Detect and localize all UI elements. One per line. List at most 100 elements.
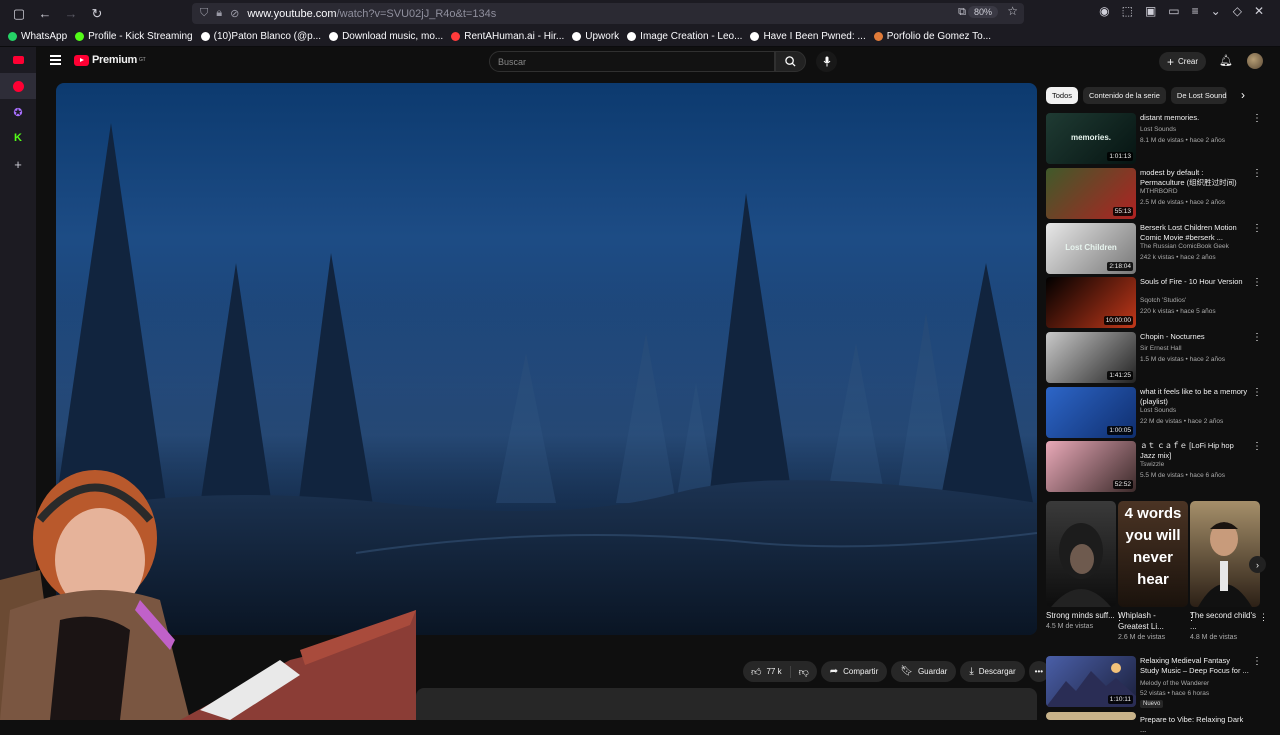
channel-name[interactable]: Lost Sounds — [1140, 126, 1176, 133]
video-title[interactable]: Souls of Fire - 10 Hour Version — [1140, 277, 1250, 287]
bookmark-item[interactable]: Porfolio de Gomez To... — [873, 31, 991, 42]
video-thumbnail[interactable]: memories. 1:01:13 — [1046, 113, 1136, 164]
more-vert-icon[interactable]: ⋮ — [1252, 332, 1262, 343]
bookmark-item[interactable]: (10)Paton Blanco (@p... — [200, 31, 321, 42]
more-vert-icon[interactable]: ⋮ — [1252, 223, 1262, 234]
kick-sidebar-icon[interactable]: K — [0, 125, 36, 151]
short-thumbnail[interactable] — [1046, 501, 1116, 607]
video-title[interactable]: distant memories. — [1140, 113, 1250, 123]
video-title[interactable]: modest by default : Permaculture (组织胜过时间… — [1140, 168, 1250, 188]
more-vert-icon[interactable]: ⋮ — [1252, 113, 1262, 124]
more-vert-icon[interactable]: ⋮ — [1259, 612, 1268, 623]
chip-from-channel[interactable]: De Lost Sounds — [1170, 87, 1227, 104]
short-title[interactable]: Strong minds suff... — [1046, 610, 1116, 621]
video-thumbnail[interactable] — [1046, 712, 1136, 720]
video-thumbnail[interactable]: Lost Children 2:18:04 — [1046, 223, 1136, 274]
chip-series-content[interactable]: Contenido de la serie — [1083, 87, 1166, 104]
save-button[interactable]: 🔖︎ Guardar — [891, 661, 957, 682]
video-title[interactable]: what it feels like to be a memory (playl… — [1140, 387, 1250, 407]
recommendation-item[interactable]: 1:10:11 Relaxing Medieval Fantasy Study … — [1046, 656, 1272, 708]
recommendation-item[interactable]: 1:41:25 Chopin - Nocturnes Sir Ernest Hall… — [1046, 332, 1272, 384]
video-title[interactable]: Chopin - Nocturnes — [1140, 332, 1250, 342]
address-bar[interactable]: ⛉ 🔒︎ ⊘ www.youtube.com /watch?v=SVU02jJ_… — [192, 3, 1024, 24]
more-vert-icon[interactable]: ⋮ — [1252, 277, 1262, 288]
channel-name[interactable]: Melody of the Wanderer — [1140, 680, 1209, 687]
channel-name[interactable]: Lost Sounds — [1140, 407, 1176, 414]
menu-icon[interactable]: ≡ — [1192, 4, 1199, 18]
account-icon[interactable]: ◉ — [1099, 4, 1109, 18]
avatar[interactable] — [1247, 53, 1263, 69]
bookmark-item[interactable]: Upwork — [572, 31, 619, 42]
bookmark-item[interactable]: Image Creation - Leo... — [627, 31, 742, 42]
video-title[interactable]: ａｔ ｃａｆｅ [LoFi Hip hop Jazz mix] — [1140, 441, 1250, 461]
create-button[interactable]: + Crear — [1159, 52, 1207, 71]
search-button[interactable] — [775, 51, 806, 72]
containers-icon[interactable]: ▣ — [1145, 4, 1156, 18]
share-button[interactable]: ➦ Compartir — [820, 661, 888, 682]
video-thumbnail[interactable]: 1:10:11 — [1046, 656, 1136, 707]
recommendation-item[interactable]: Lost Children 2:18:04 Berserk Lost Childre… — [1046, 223, 1272, 275]
notifications-bell-icon[interactable]: 🔔︎ — [1219, 54, 1233, 67]
shorts-next-button[interactable]: › — [1249, 556, 1266, 573]
video-thumbnail[interactable]: 55:13 — [1046, 168, 1136, 219]
chip-todos[interactable]: Todos — [1046, 87, 1079, 104]
like-button[interactable]: 👍︎ 77 k — [743, 665, 791, 678]
short-thumbnail[interactable] — [1190, 501, 1260, 607]
lock-icon[interactable]: 🔒︎ — [216, 7, 222, 20]
recommendation-item[interactable]: 1:00:05 what it feels like to be a memory… — [1046, 387, 1272, 439]
twitch-sidebar-icon[interactable]: ✪ — [0, 99, 36, 125]
more-vert-icon[interactable]: ⋮ — [1252, 441, 1262, 452]
description-box[interactable] — [416, 688, 1037, 720]
chevron-right-icon[interactable]: › — [1241, 88, 1245, 102]
video-title[interactable]: Relaxing Medieval Fantasy Study Music – … — [1140, 656, 1250, 676]
download-button[interactable]: ⤓ Descargar — [960, 661, 1025, 682]
chevron-down-icon[interactable]: ⌄ — [1211, 4, 1221, 18]
dislike-button[interactable]: 👎︎ — [791, 666, 817, 678]
channel-name[interactable]: The Russian ComicBook Geek — [1140, 243, 1229, 250]
voice-search-button[interactable] — [816, 51, 837, 72]
channel-name[interactable]: MTHRBORD — [1140, 188, 1178, 195]
channel-name[interactable]: Tswizzle — [1140, 461, 1164, 468]
video-thumbnail[interactable]: 52:52 — [1046, 441, 1136, 492]
bookmark-item[interactable]: Profile - Kick Streaming — [75, 31, 193, 42]
permissions-icon[interactable]: ⊘ — [230, 7, 239, 20]
bookmark-star-icon[interactable]: ☆ — [1007, 4, 1018, 18]
bookmark-item[interactable]: Have I Been Pwned: ... — [750, 31, 866, 42]
youtube-sidebar-icon[interactable] — [0, 47, 36, 73]
sidebar-toggle-icon[interactable]: ▢ — [8, 3, 30, 25]
short-card[interactable]: The second child's ... 4.8 M de vistas ⋮ — [1190, 501, 1268, 641]
zoom-badge[interactable]: 80% — [967, 6, 998, 18]
recommendation-item[interactable]: 55:13 modest by default : Permaculture (组… — [1046, 168, 1272, 220]
recommendation-item[interactable]: memories. 1:01:13 distant memories. Lost So… — [1046, 113, 1272, 165]
video-thumbnail[interactable]: 1:41:25 — [1046, 332, 1136, 383]
video-title[interactable]: Prepare to Vibe: Relaxing Dark ... — [1140, 715, 1250, 735]
video-thumbnail[interactable]: 1:00:05 — [1046, 387, 1136, 438]
add-panel-icon[interactable]: + — [0, 151, 36, 177]
extensions-icon[interactable]: ⬚ — [1122, 4, 1133, 18]
short-thumbnail[interactable]: 4 words you will never hear — [1118, 501, 1188, 607]
youtube-premium-logo[interactable]: Premium GT — [74, 54, 146, 66]
short-title[interactable]: The second child's ... — [1190, 610, 1260, 632]
recommendation-item[interactable]: 52:52 ａｔ ｃａｆｅ [LoFi Hip hop Jazz mix] Tswi… — [1046, 441, 1272, 493]
short-title[interactable]: Whiplash - Greatest Li... — [1118, 610, 1188, 632]
recommendation-item[interactable]: Prepare to Vibe: Relaxing Dark ... — [1046, 712, 1272, 734]
bookmark-item[interactable]: RentAHuman.ai - Hir... — [451, 31, 564, 42]
video-title[interactable]: Berserk Lost Children Motion Comic Movie… — [1140, 223, 1250, 243]
short-card[interactable]: Strong minds suff... 4.5 M de vistas ⋮ — [1046, 501, 1124, 630]
shield-icon[interactable]: ⛉ — [200, 7, 208, 20]
bookmark-item[interactable]: WhatsApp — [8, 31, 67, 42]
recommendation-item[interactable]: 10:00:00 Souls of Fire - 10 Hour Version S… — [1046, 277, 1272, 329]
search-input[interactable]: Buscar — [489, 51, 775, 72]
video-thumbnail[interactable]: 10:00:00 — [1046, 277, 1136, 328]
restore-icon[interactable]: ◇ — [1233, 4, 1242, 18]
sidebar-panel-icon[interactable]: ▭ — [1168, 4, 1179, 18]
bookmark-item[interactable]: Download music, mo... — [329, 31, 443, 42]
more-vert-icon[interactable]: ⋮ — [1252, 656, 1262, 667]
short-card[interactable]: 4 words you will never hear Whiplash - G… — [1118, 501, 1196, 641]
forward-icon[interactable]: → — [60, 3, 82, 25]
channel-name[interactable]: Sir Ernest Hall — [1140, 345, 1182, 352]
reload-icon[interactable]: ↻ — [86, 3, 108, 25]
screenshot-icon[interactable]: ⧉ — [958, 6, 966, 19]
back-icon[interactable]: ← — [34, 3, 56, 25]
youtube-music-sidebar-icon[interactable] — [0, 73, 36, 99]
